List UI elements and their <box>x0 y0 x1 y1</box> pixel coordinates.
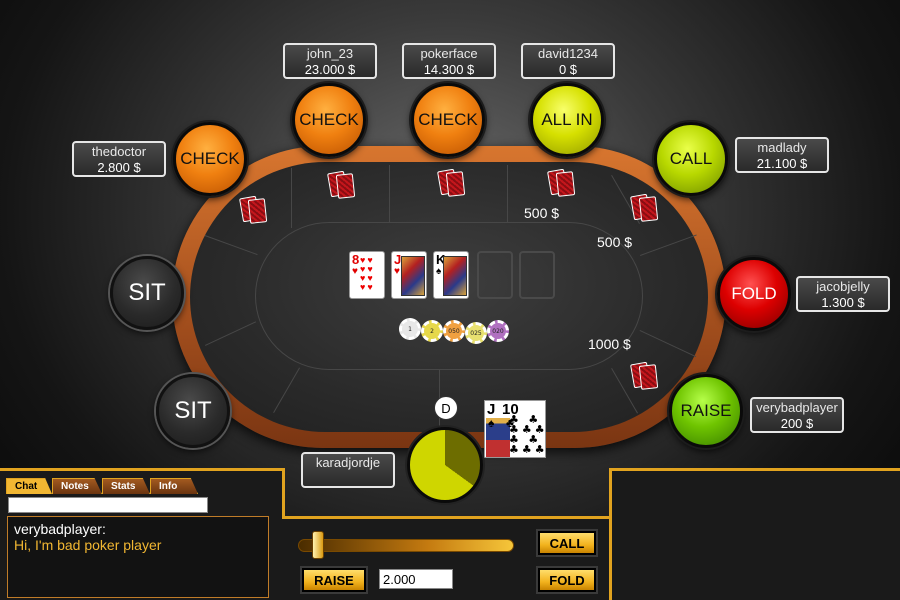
chat-message: Hi, I'm bad poker player <box>14 537 162 553</box>
sit-button[interactable]: SIT <box>110 256 184 330</box>
nametag-hero: karadjordje <box>301 452 395 488</box>
player-name: john_23 <box>306 46 354 61</box>
raise-amount-input[interactable] <box>379 569 453 589</box>
empty-card-slot <box>477 251 513 299</box>
chip-icon: 025 <box>465 322 487 344</box>
seat-verybadplayer-action[interactable]: RAISE <box>669 374 743 448</box>
seat-thedoctor-action[interactable]: CHECK <box>173 122 247 196</box>
seat-pokerface-action[interactable]: CHECK <box>411 83 485 157</box>
facedown-cards <box>630 193 660 223</box>
facedown-cards <box>547 168 577 198</box>
player-name: david1234 <box>538 46 598 61</box>
chat-log[interactable]: verybadplayer: Hi, I'm bad poker player <box>7 516 269 598</box>
chat-author: verybadplayer: <box>14 521 106 537</box>
chip-icon: 2 <box>421 320 443 342</box>
turn-timer <box>407 427 483 503</box>
facedown-cards <box>239 195 269 225</box>
chip-icon: 050 <box>443 320 465 342</box>
player-chips: 2.800 $ <box>97 160 141 175</box>
king-face-icon <box>443 256 467 296</box>
player-chips: 0 $ <box>558 62 578 77</box>
player-chips: 21.100 $ <box>756 156 808 171</box>
bet-amount-verybadplayer: 1000 $ <box>588 336 631 352</box>
hero-hole-cards: J ♠ 10 ♣ ♣ ♣ ♣♣♣ ♣ ♣ ♣♣♣ <box>484 400 546 458</box>
card-suit: ♠ <box>436 266 442 277</box>
nametag-thedoctor: thedoctor 2.800 $ <box>72 141 166 177</box>
hero-card-suit: ♠ <box>488 416 495 430</box>
felt-divider <box>507 165 508 223</box>
player-chips: 23.000 $ <box>304 62 356 77</box>
player-chips: 14.300 $ <box>423 62 475 77</box>
player-name: verybadplayer <box>756 400 838 415</box>
player-chips: 1.300 $ <box>821 295 865 310</box>
nametag-verybadplayer: verybadplayer 200 $ <box>750 397 844 433</box>
card-suit: ♥ <box>352 266 358 277</box>
raise-slider-handle[interactable] <box>312 531 324 559</box>
call-button[interactable]: CALL <box>538 531 596 555</box>
player-name: madlady <box>757 140 807 155</box>
player-chips: 200 $ <box>780 416 814 431</box>
tab-chat[interactable]: Chat <box>6 478 52 494</box>
community-card: 8 ♥ ♥♥ ♥♥ ♥♥ ♥♥ <box>349 251 385 299</box>
seat-john_23-action[interactable]: CHECK <box>292 83 366 157</box>
sit-button[interactable]: SIT <box>156 374 230 448</box>
player-name: karadjordje <box>315 455 381 470</box>
seat-madlady-action[interactable]: CALL <box>654 122 728 196</box>
facedown-cards <box>437 168 467 198</box>
facedown-cards <box>327 170 357 200</box>
community-card: J ♥ <box>391 251 427 299</box>
tab-info[interactable]: Info <box>150 478 198 494</box>
chip-icon: 1 <box>399 318 421 340</box>
raise-button[interactable]: RAISE <box>302 568 366 592</box>
seat-jacobjelly-action[interactable]: FOLD <box>717 257 791 331</box>
player-name: pokerface <box>420 46 478 61</box>
facedown-cards <box>630 361 660 391</box>
clubs-pips-icon: ♣ ♣ ♣♣♣ ♣ ♣ ♣♣♣ <box>509 413 548 456</box>
card-suit: ♥ <box>394 266 400 277</box>
felt-divider <box>291 168 292 228</box>
bet-amount-david1234: 500 $ <box>524 205 560 221</box>
tab-stats[interactable]: Stats <box>102 478 150 494</box>
chat-input[interactable] <box>8 497 208 513</box>
nametag-david1234: david1234 0 $ <box>521 43 615 79</box>
card-rank: 8 <box>352 252 360 267</box>
dealer-button: D <box>434 396 458 420</box>
fold-button[interactable]: FOLD <box>538 568 596 592</box>
nametag-jacobjelly: jacobjelly 1.300 $ <box>796 276 890 312</box>
felt-divider <box>389 165 390 223</box>
player-name: jacobjelly <box>816 279 870 294</box>
nametag-john_23: john_23 23.000 $ <box>283 43 377 79</box>
bet-amount-madlady: 500 $ <box>597 234 633 250</box>
community-card: K ♠ <box>433 251 469 299</box>
hearts-pips-icon: ♥♥ ♥♥ ♥♥ ♥♥ <box>360 255 375 292</box>
right-panel <box>609 468 900 600</box>
seat-david1234-action[interactable]: ALL IN <box>530 83 604 157</box>
raise-slider[interactable] <box>298 539 514 552</box>
nametag-madlady: madlady 21.100 $ <box>735 137 829 173</box>
chip-icon: 020 <box>487 320 509 342</box>
nametag-pokerface: pokerface 14.300 $ <box>402 43 496 79</box>
player-name: thedoctor <box>91 144 147 159</box>
tab-notes[interactable]: Notes <box>52 478 102 494</box>
jack-face-icon <box>401 256 425 296</box>
empty-card-slot <box>519 251 555 299</box>
